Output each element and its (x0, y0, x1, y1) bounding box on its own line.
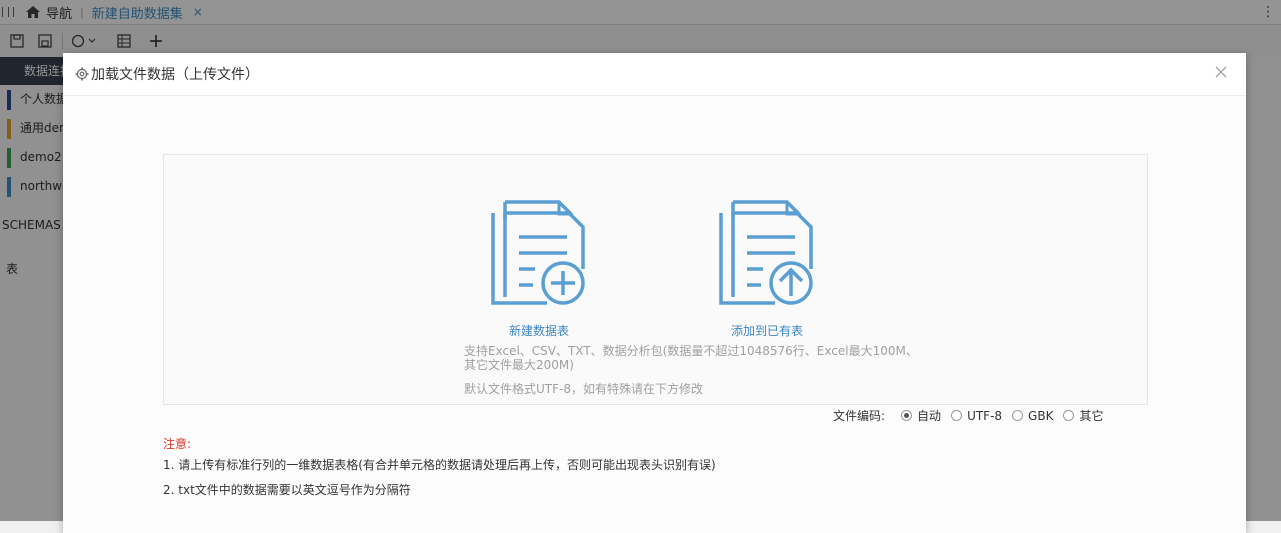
radio-circle[interactable] (1012, 410, 1024, 421)
radio-label: GBK (1028, 408, 1054, 423)
upload-dialog: 加载文件数据（上传文件） 新建数据表 添加到已有表 支持Excel、CSV、TX… (63, 53, 1246, 533)
supported-formats-line: 其它文件最大200M) (464, 358, 574, 372)
encoding-label: 文件编码: (833, 409, 886, 423)
encoding-radio-auto[interactable]: 自动 (901, 407, 941, 424)
radio-circle[interactable] (951, 410, 963, 421)
encoding-hint: 默认文件格式UTF-8，如有特殊请在下方修改 (464, 382, 703, 396)
dialog-body: 新建数据表 添加到已有表 支持Excel、CSV、TXT、数据分析包(数据量不超… (63, 96, 1246, 533)
doc-plus-icon (491, 200, 585, 305)
close-icon[interactable] (1214, 65, 1228, 79)
supported-formats-line: 支持Excel、CSV、TXT、数据分析包(数据量不超过1048576行、Exc… (464, 344, 918, 358)
gear-icon (75, 67, 89, 81)
new-table-label: 新建数据表 (508, 324, 569, 338)
doc-upload-icon (719, 200, 813, 305)
encoding-radio-gbk[interactable]: GBK (1012, 409, 1053, 423)
note-line: 2. txt文件中的数据需要以英文逗号作为分隔符 (163, 483, 411, 497)
radio-label: 自动 (917, 409, 942, 423)
radio-circle[interactable] (1063, 410, 1075, 421)
radio-label: 其它 (1079, 409, 1104, 423)
note-line: 1. 请上传有标准行列的一维数据表格(有合并单元格的数据请处理后再上传，否则可能… (163, 458, 716, 472)
encoding-selector: 文件编码: 自动 UTF-8 GBK 其它 (833, 407, 1103, 424)
radio-label: UTF-8 (967, 408, 1003, 423)
encoding-radio-utf8[interactable]: UTF-8 (951, 409, 1002, 423)
notes-section: 注意: 1. 请上传有标准行列的一维数据表格(有合并单元格的数据请处理后再上传，… (163, 435, 716, 506)
dialog-header: 加载文件数据（上传文件） (63, 53, 1246, 96)
radio-circle[interactable] (901, 410, 913, 421)
dialog-title: 加载文件数据（上传文件） (91, 67, 259, 83)
notes-title: 注意: (163, 437, 192, 451)
append-table-label: 添加到已有表 (730, 324, 803, 338)
encoding-radio-other[interactable]: 其它 (1063, 407, 1103, 424)
new-table-option[interactable]: 新建数据表 (484, 199, 594, 339)
supported-formats-text: 支持Excel、CSV、TXT、数据分析包(数据量不超过1048576行、Exc… (464, 344, 924, 372)
upload-drop-zone[interactable]: 新建数据表 添加到已有表 支持Excel、CSV、TXT、数据分析包(数据量不超… (163, 154, 1148, 405)
append-table-option[interactable]: 添加到已有表 (712, 199, 822, 339)
